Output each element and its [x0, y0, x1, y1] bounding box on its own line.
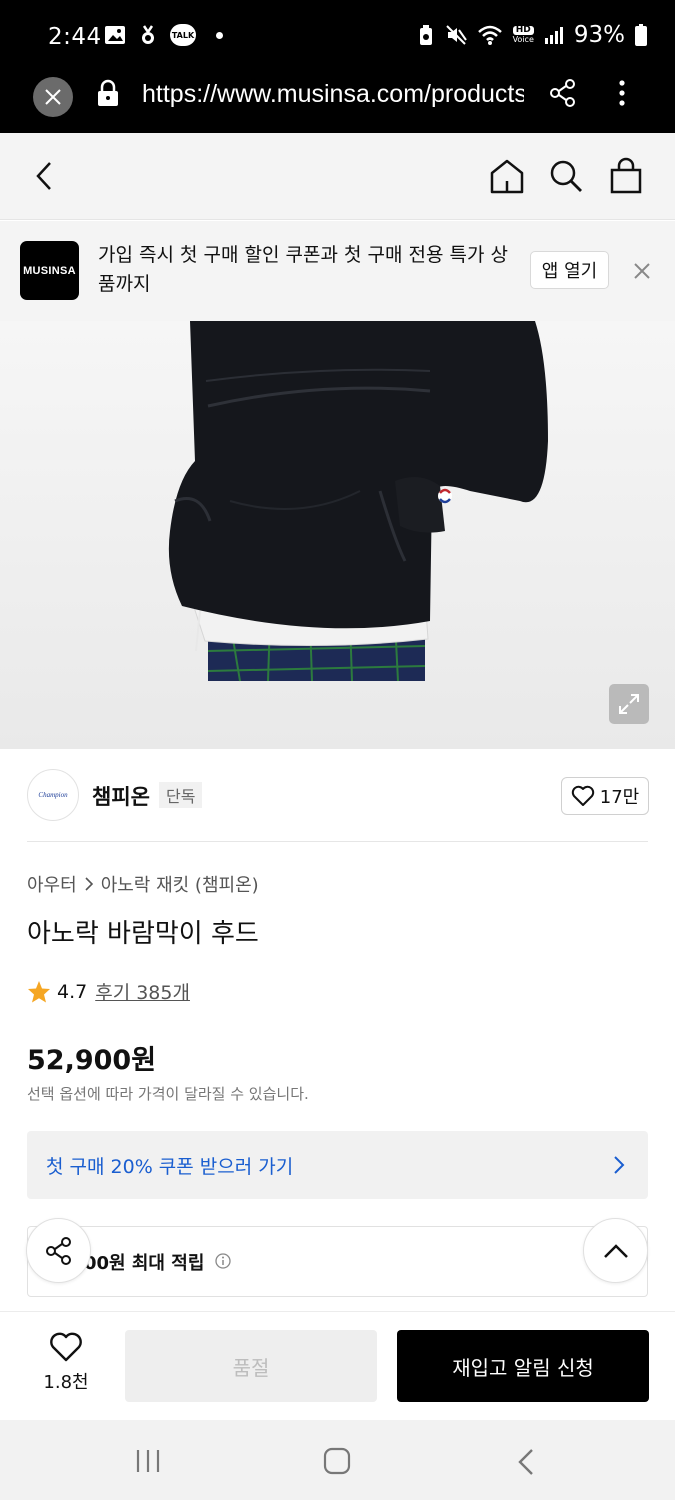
back-button[interactable]: [30, 159, 60, 197]
close-tab-button[interactable]: [33, 77, 73, 117]
hd-voice-icon: HD Voice: [512, 26, 534, 45]
app-header: [0, 133, 675, 220]
status-time: 2:44: [48, 24, 102, 50]
mute-icon: [445, 25, 467, 45]
points-label: 00원 최대 적립: [84, 1253, 205, 1274]
home-icon: [490, 159, 524, 194]
breadcrumb: 아우터 아노락 재킷 (챔피온): [27, 871, 259, 897]
voice-label: Voice: [512, 35, 534, 44]
alarm-icon: [419, 25, 432, 45]
battery-icon: [635, 24, 647, 46]
star-icon: [28, 980, 50, 1002]
system-home-button[interactable]: [323, 1447, 351, 1479]
coupon-label: 첫 구매 20% 쿠폰 받으러 가기: [46, 1156, 294, 1178]
lock-icon[interactable]: [96, 78, 120, 112]
open-app-button[interactable]: 앱 열기: [530, 251, 609, 289]
signal-icon: [544, 27, 563, 44]
banner-message: 가입 즉시 첫 구매 할인 쿠폰과 첫 구매 전용 특가 상품까지: [98, 244, 508, 295]
more-vertical-icon: [619, 80, 625, 106]
restock-alert-button[interactable]: 재입고 알림 신청: [397, 1330, 649, 1402]
gallery-icon: [105, 26, 125, 44]
close-icon: [634, 263, 650, 279]
info-icon[interactable]: [215, 1253, 231, 1269]
status-bar: 2:44 TALK HD Voice 93%: [0, 0, 675, 70]
brand-row: Champion 챔피온 단독 17만: [0, 749, 675, 842]
brand-logo[interactable]: Champion: [27, 769, 79, 821]
share-icon: [550, 79, 575, 107]
dot-icon: [216, 31, 223, 39]
price: 52,900원: [27, 1045, 157, 1076]
floating-share-button[interactable]: [26, 1218, 91, 1283]
scroll-to-top-button[interactable]: [583, 1218, 648, 1283]
share-icon: [45, 1236, 71, 1265]
price-note: 선택 옵션에 따라 가격이 달라질 수 있습니다.: [27, 1085, 309, 1103]
search-icon: [550, 160, 582, 192]
breadcrumb-item[interactable]: 아노락 재킷 (챔피온): [101, 871, 259, 897]
product-title: 아노락 바람막이 후드: [27, 919, 259, 949]
expand-image-button[interactable]: [609, 684, 649, 724]
more-menu-button[interactable]: [612, 78, 632, 112]
brand-logo-text: Champion: [38, 791, 68, 799]
share-page-button[interactable]: [548, 78, 578, 112]
system-back-button[interactable]: [515, 1447, 537, 1481]
url-text[interactable]: https://www.musinsa.com/products: [142, 80, 524, 109]
chevron-left-icon: [518, 1449, 533, 1475]
heart-icon: [50, 1332, 82, 1362]
system-nav-bar: [0, 1420, 675, 1500]
chevron-right-icon: [85, 877, 93, 891]
chevron-right-icon: [614, 1156, 625, 1174]
musinsa-logo: MUSINSA: [20, 241, 79, 300]
brand-name[interactable]: 챔피온: [92, 781, 150, 811]
points-box: 00원 최대 적립: [27, 1226, 648, 1297]
heart-icon: [571, 785, 594, 806]
hd-label: HD: [512, 26, 534, 35]
home-square-icon: [323, 1447, 351, 1475]
cart-button[interactable]: [607, 157, 645, 199]
wishlist-count: 1.8천: [43, 1372, 89, 1393]
rating-value: 4.7: [57, 980, 88, 1003]
exclusive-badge: 단독: [159, 782, 203, 808]
chevron-up-icon: [603, 1243, 628, 1258]
reviews-link[interactable]: 후기 385개: [95, 978, 190, 1005]
purchase-bar: 1.8천 품절 재입고 알림 신청: [0, 1311, 675, 1419]
home-button[interactable]: [488, 157, 526, 199]
notification-icons: TALK: [104, 24, 223, 46]
product-image[interactable]: [0, 321, 675, 749]
soldout-button: 품절: [125, 1330, 377, 1402]
recents-icon: [136, 1450, 160, 1472]
battery-percent: 93%: [573, 22, 625, 48]
brand-like-button[interactable]: 17만: [561, 777, 649, 815]
wifi-icon: [477, 25, 502, 45]
divider: [27, 841, 648, 842]
breadcrumb-item[interactable]: 아우터: [27, 871, 77, 897]
chevron-left-icon: [36, 162, 51, 190]
wishlist-button[interactable]: 1.8천: [26, 1332, 106, 1394]
system-icons: HD Voice 93%: [417, 22, 647, 48]
talk-icon: TALK: [170, 24, 196, 46]
brand-like-count: 17만: [599, 787, 640, 808]
banner-close-button[interactable]: [632, 261, 652, 285]
app-install-banner: MUSINSA 가입 즉시 첫 구매 할인 쿠폰과 첫 구매 전용 특가 상품까…: [0, 221, 675, 321]
expand-icon: [619, 694, 639, 714]
close-icon: [45, 89, 61, 105]
browser-url-bar: https://www.musinsa.com/products: [0, 70, 675, 133]
app-notification-icon: [142, 25, 154, 44]
recents-button[interactable]: [135, 1448, 163, 1478]
rating-row: 4.7 후기 385개: [27, 978, 190, 1005]
search-button[interactable]: [547, 157, 585, 199]
first-purchase-coupon-banner[interactable]: 첫 구매 20% 쿠폰 받으러 가기: [27, 1131, 648, 1199]
shopping-bag-icon: [610, 157, 642, 194]
product-photo: [168, 321, 548, 682]
